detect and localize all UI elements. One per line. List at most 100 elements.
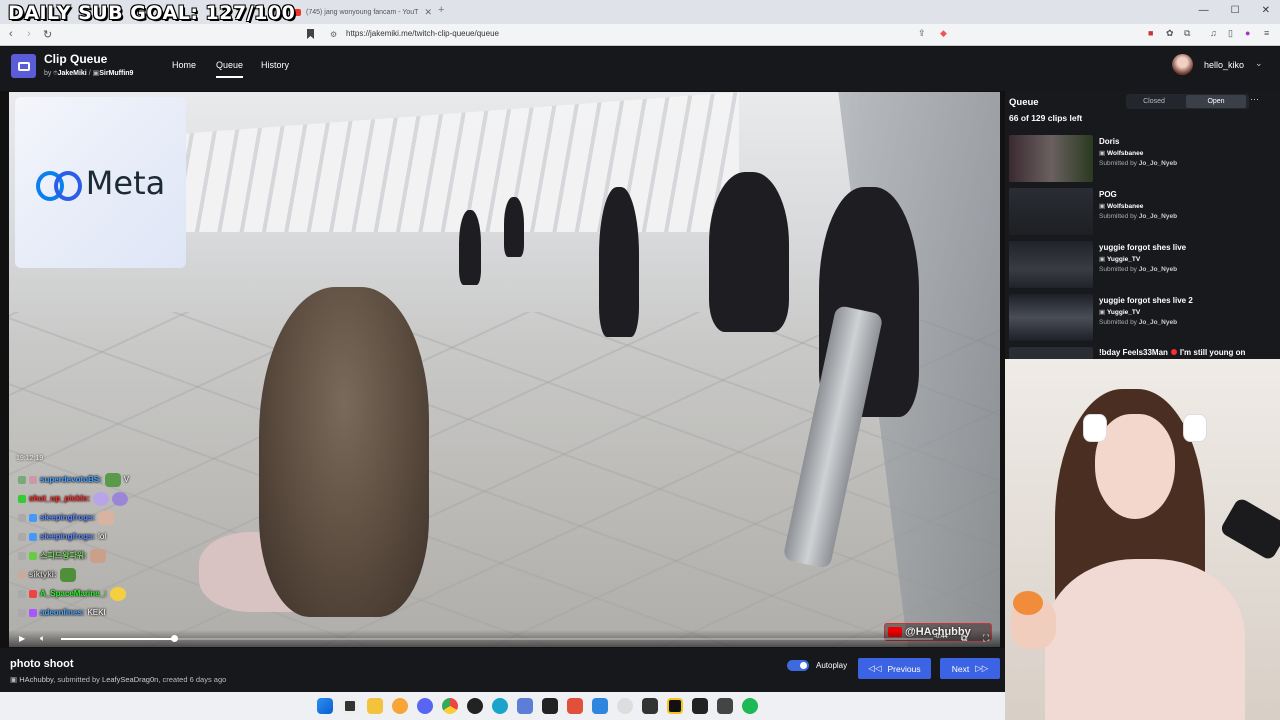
clip-title: photo shoot: [10, 658, 74, 670]
clip-submitter: LeafySeaDrag0n: [102, 675, 159, 684]
submitter-name: Jo_Jo_Nyeb: [1138, 213, 1178, 220]
extension-icon[interactable]: ✿: [1166, 28, 1176, 40]
nav-history[interactable]: History: [261, 60, 289, 70]
seek-bar[interactable]: [61, 635, 933, 642]
video-scene-person: [709, 172, 789, 332]
minimize-button[interactable]: —: [1199, 5, 1209, 16]
app-icon[interactable]: [517, 698, 533, 714]
sidebar-icon[interactable]: ▯: [1228, 28, 1238, 40]
volume-icon[interactable]: 🔈︎: [40, 633, 45, 644]
chat-ticker: !bday Feels33Man I'm still young on: [1099, 348, 1245, 357]
queue-open-button[interactable]: Open: [1186, 95, 1246, 108]
extension-icon[interactable]: ■: [1148, 28, 1158, 40]
start-icon[interactable]: [317, 698, 333, 714]
media-icon[interactable]: ♫: [1210, 28, 1220, 40]
previous-button[interactable]: ◁◁ Previous: [858, 658, 931, 679]
brave-shield-icon[interactable]: ◆: [940, 28, 950, 40]
url-field[interactable]: https://jakemiki.me/twitch-clip-queue/qu…: [346, 29, 499, 38]
avatar[interactable]: [1172, 54, 1193, 75]
sponsor-logo-card: Meta: [15, 97, 186, 268]
rewind-icon: ◁◁: [868, 663, 882, 673]
back-icon[interactable]: ‹: [9, 28, 13, 40]
app-icon[interactable]: [617, 698, 633, 714]
chat-user: A_SpaceMarine_:: [40, 589, 107, 598]
queue-title: Queue: [1009, 97, 1039, 108]
next-label: Next: [951, 663, 970, 674]
badge-icon: [18, 475, 26, 484]
emote-icon: [59, 567, 76, 582]
app-credits: by ⌾JakeMiki / ▣SirMuffin9: [44, 70, 134, 77]
close-icon[interactable]: ✕: [424, 7, 432, 18]
chrome-icon[interactable]: [442, 698, 458, 714]
queue-item[interactable]: POG ▣ Wolfsbanee Submitted by Jo_Jo_Nyeb: [1009, 186, 1279, 236]
discord-icon[interactable]: [417, 698, 433, 714]
badge-icon: [29, 513, 37, 522]
queue-closed-button[interactable]: Closed: [1126, 94, 1182, 109]
brave-icon[interactable]: [392, 698, 408, 714]
bookmark-icon[interactable]: [307, 29, 314, 39]
queue-item[interactable]: yuggie forgot shes live 2 ▣ Yuggie_TV Su…: [1009, 292, 1279, 342]
author-link[interactable]: JakeMiki: [58, 70, 87, 77]
app-icon[interactable]: [592, 698, 608, 714]
queue-item-channel: ▣ Yuggie_TV: [1099, 308, 1140, 316]
close-window-button[interactable]: ✕: [1262, 5, 1270, 16]
webcam-snack: [1013, 591, 1043, 615]
chat-user: 스피드왕파워:: [40, 551, 87, 560]
nav-home[interactable]: Home: [172, 60, 196, 70]
video-scene-ceiling: [179, 92, 739, 232]
new-tab-button[interactable]: +: [438, 4, 444, 16]
file-explorer-icon[interactable]: [367, 698, 383, 714]
chevron-down-icon[interactable]: ⌄: [1255, 58, 1263, 69]
emote-icon: [98, 510, 115, 525]
forward-icon[interactable]: ›: [27, 28, 31, 40]
edge-icon[interactable]: [492, 698, 508, 714]
chat-message: lol: [98, 532, 107, 541]
app-icon[interactable]: [642, 698, 658, 714]
next-button[interactable]: Next ▷▷: [940, 658, 1000, 679]
extensions-icon[interactable]: ⧉: [1184, 28, 1194, 40]
autoplay-toggle[interactable]: [787, 660, 809, 671]
nav-queue[interactable]: Queue: [216, 60, 244, 78]
brave-icon[interactable]: [567, 698, 583, 714]
chat-line: siktyki:: [18, 565, 218, 584]
site-info-icon[interactable]: ⚙: [330, 30, 337, 39]
spotify-icon[interactable]: [742, 698, 758, 714]
channel-name: Yuggie_TV: [1106, 309, 1141, 316]
play-icon[interactable]: ▶: [19, 634, 25, 643]
share-icon[interactable]: ⇪: [918, 28, 928, 40]
app-icon[interactable]: [542, 698, 558, 714]
clip-channel[interactable]: HAchubby: [19, 675, 53, 684]
queue-item[interactable]: Doris ▣ Wolfsbanee Submitted by Jo_Jo_Ny…: [1009, 133, 1279, 183]
browser-tab[interactable]: (745) jang wonyoung fancam - YouT ✕: [292, 3, 432, 21]
profile-icon[interactable]: ●: [1245, 28, 1255, 40]
queue-status-toggle: Closed Open: [1126, 94, 1249, 109]
task-view-icon[interactable]: [342, 698, 358, 714]
fullscreen-icon[interactable]: ⛶: [983, 633, 989, 644]
chat-line: 스피드왕파워:: [18, 546, 218, 565]
menu-icon[interactable]: ≡: [1264, 28, 1274, 40]
terminal-icon[interactable]: [692, 698, 708, 714]
seek-handle[interactable]: [171, 635, 179, 642]
chat-line: adeonlines: KEKI: [18, 603, 218, 622]
video-scene-person: [599, 187, 639, 337]
clip-queue-logo-icon[interactable]: [11, 54, 36, 78]
app-icon[interactable]: [717, 698, 733, 714]
badge-icon: [18, 570, 26, 579]
previous-label: Previous: [887, 663, 921, 674]
user-name[interactable]: hello_kiko: [1204, 60, 1244, 70]
chat-line: shut_up_pickle:: [18, 489, 218, 508]
app-icon[interactable]: [667, 698, 683, 714]
maximize-button[interactable]: ☐: [1231, 5, 1240, 16]
clip-thumbnail: [1009, 294, 1093, 341]
obs-icon[interactable]: [467, 698, 483, 714]
reload-icon[interactable]: ↻: [43, 28, 52, 41]
badge-icon: [18, 551, 26, 560]
author-link[interactable]: SirMuffin9: [99, 70, 133, 77]
picture-in-picture-icon[interactable]: ⧉: [961, 633, 967, 644]
chat-user: sleepingfrogs:: [40, 532, 96, 541]
chat-user: shut_up_pickle:: [29, 494, 90, 503]
more-icon[interactable]: ⋯: [1250, 94, 1259, 105]
emote-icon: [92, 491, 109, 506]
queue-item[interactable]: yuggie forgot shes live ▣ Yuggie_TV Subm…: [1009, 239, 1279, 289]
seek-bar-progress: [61, 638, 175, 640]
